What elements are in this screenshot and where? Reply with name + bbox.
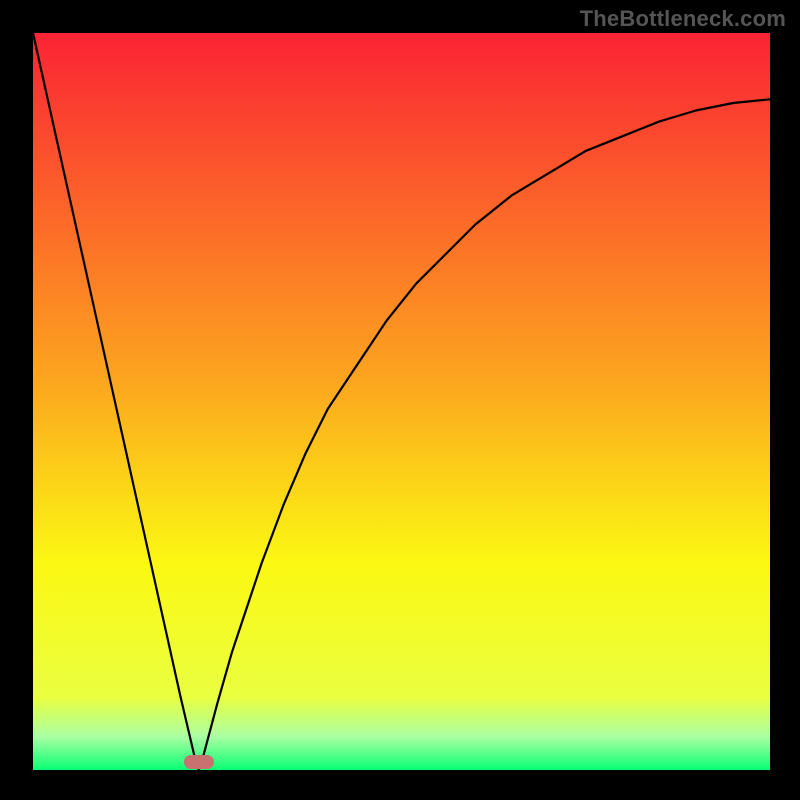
watermark-text: TheBottleneck.com xyxy=(580,6,786,32)
gradient-background xyxy=(33,33,770,770)
chart-container: TheBottleneck.com xyxy=(0,0,800,800)
chart-svg xyxy=(0,0,800,800)
optimal-marker xyxy=(184,755,214,769)
